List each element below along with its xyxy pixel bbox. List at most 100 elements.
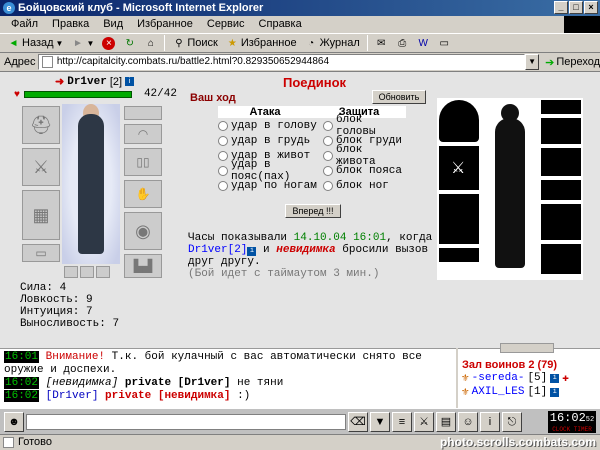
radio-button[interactable] xyxy=(218,120,228,131)
op-boots-slot[interactable] xyxy=(541,244,581,274)
exit-button[interactable]: ⎋ xyxy=(502,411,522,432)
menu-favorites[interactable]: Избранное xyxy=(130,16,200,33)
maximize-button[interactable]: □ xyxy=(569,1,583,14)
room-user-name[interactable]: -sereda- xyxy=(472,372,525,384)
room-tab-button[interactable] xyxy=(500,343,554,353)
menu-tools[interactable]: Сервис xyxy=(200,16,252,33)
go-button[interactable]: ➔ Переход xyxy=(545,56,600,69)
back-button[interactable]: ◄ Назад ▼ xyxy=(4,34,66,52)
ring-slot-3[interactable] xyxy=(96,266,110,278)
filter-icon: ▼ xyxy=(374,415,386,428)
history-icon: ◔ xyxy=(308,37,315,49)
forward-arrow-icon: ► xyxy=(73,37,83,49)
forward-attack-button[interactable]: Вперед !!! xyxy=(285,204,341,218)
fight-button[interactable]: ⚔ xyxy=(414,411,434,432)
log-nick1[interactable]: Dr1ver xyxy=(188,244,228,256)
forward-nav-button[interactable]: ► ▼ xyxy=(68,34,97,52)
radio-button[interactable] xyxy=(323,120,333,131)
gloves-slot[interactable]: ✋ xyxy=(124,180,162,208)
attack-chest-option[interactable]: удар в грудь xyxy=(218,135,323,147)
close-button[interactable]: × xyxy=(584,1,598,14)
op-bracers-slot[interactable] xyxy=(541,148,581,176)
attack-legs-option[interactable]: удар по ногам xyxy=(218,180,323,192)
edit-icon: W xyxy=(418,37,428,49)
inventory-button[interactable]: ▤ xyxy=(436,411,456,432)
info-button[interactable]: i xyxy=(480,411,500,432)
op-helmet-slot[interactable] xyxy=(439,100,479,142)
op-armor-slot[interactable] xyxy=(439,194,479,244)
earring-slot[interactable]: ◠ xyxy=(124,124,162,144)
favorites-button[interactable]: ★ Избранное xyxy=(223,34,300,52)
stop-button[interactable]: × xyxy=(99,34,118,52)
mail-button[interactable]: ✉ xyxy=(372,34,391,52)
address-input[interactable]: http://capitalcity.combats.ru/battle2.ht… xyxy=(37,54,526,70)
search-button[interactable]: ⚲ Поиск xyxy=(169,34,220,52)
radio-button[interactable] xyxy=(218,135,228,146)
shield-slot[interactable]: ◉ xyxy=(124,212,162,250)
radio-button[interactable] xyxy=(218,180,228,191)
armor-slot[interactable]: ▦ xyxy=(22,190,60,240)
bracers-slot[interactable]: ▯▯ xyxy=(124,148,162,176)
log-nick2[interactable]: невидимка xyxy=(276,244,335,256)
refresh-page-button[interactable]: ↻ xyxy=(120,34,139,52)
op-shield-slot[interactable] xyxy=(541,204,581,240)
chat-mode-button[interactable]: ☻ xyxy=(4,411,24,432)
battle-log: Часы показывали 14.10.04 16:01, когда Dr… xyxy=(188,232,434,280)
radio-button[interactable] xyxy=(323,150,333,161)
radio-button[interactable] xyxy=(323,165,333,176)
menu-file[interactable]: Файл xyxy=(4,16,45,33)
menu-help[interactable]: Справка xyxy=(252,16,309,33)
ring-slot-2[interactable] xyxy=(80,266,94,278)
boots-slot[interactable]: ▙▟ xyxy=(124,254,162,278)
helmet-slot[interactable]: ⛑ xyxy=(22,106,60,144)
go-label: Переход xyxy=(556,56,600,68)
radio-button[interactable] xyxy=(218,165,228,176)
room-user[interactable]: ⚜ AXIL_LES [1] i xyxy=(462,385,596,399)
mail-icon: ✉ xyxy=(377,37,386,49)
chevron-down-icon: ▼ xyxy=(55,38,64,48)
room-user[interactable]: ⚜ -sereda- [5] i ✚ xyxy=(462,371,596,385)
window-titlebar: e Бойцовский клуб - Microsoft Internet E… xyxy=(0,0,600,16)
room-user-name[interactable]: AXIL_LES xyxy=(472,386,525,398)
clear-button[interactable]: ⌫ xyxy=(348,411,368,432)
battle-refresh-button[interactable]: Обновить xyxy=(372,90,426,104)
battle-row: удар в голову блок головы xyxy=(218,114,406,138)
home-button[interactable]: ⌂ xyxy=(141,34,160,52)
info-icon[interactable]: i xyxy=(550,373,560,383)
chat-nick[interactable]: [Dr1ver] xyxy=(46,390,99,402)
edit-button[interactable]: W xyxy=(414,34,433,52)
game-content: ➜ Dr1ver [2] i ♥ 42/42 ⛑ ⚔ ▦ ▭ ◠ ▯▯ ✋ ◉ … xyxy=(0,72,600,348)
scroll-button[interactable]: ≡ xyxy=(392,411,412,432)
op-weapon-slot[interactable]: ⚔ xyxy=(439,146,479,190)
back-label: Назад xyxy=(22,37,54,49)
attack-head-option[interactable]: удар в голову xyxy=(218,120,323,132)
op-earring-slot[interactable] xyxy=(541,118,581,144)
stat-agility: Ловкость: 9 xyxy=(20,294,93,306)
belt-slot[interactable]: ▭ xyxy=(22,244,60,262)
weapon-slot[interactable]: ⚔ xyxy=(22,148,60,186)
radio-button[interactable] xyxy=(323,180,333,191)
player-nick[interactable]: Dr1ver xyxy=(67,76,107,88)
discuss-button[interactable]: ▭ xyxy=(435,34,454,52)
block-waist-option[interactable]: блок пояса xyxy=(323,165,406,177)
info-icon[interactable]: i xyxy=(247,247,257,256)
chat-nick[interactable]: [невидимка] xyxy=(46,377,119,389)
chat-input[interactable] xyxy=(26,413,346,430)
menu-view[interactable]: Вид xyxy=(96,16,130,33)
filter-button[interactable]: ▼ xyxy=(370,411,390,432)
ring-slot-1[interactable] xyxy=(64,266,78,278)
menu-edit[interactable]: Правка xyxy=(45,16,96,33)
op-amulet-slot[interactable] xyxy=(541,100,581,114)
info-icon[interactable]: i xyxy=(125,77,135,86)
op-belt-slot[interactable] xyxy=(439,248,479,262)
history-button[interactable]: ◔ Журнал xyxy=(302,34,363,52)
minimize-button[interactable]: _ xyxy=(554,1,568,14)
info-icon[interactable]: i xyxy=(550,387,560,397)
smiley-button[interactable]: ☺ xyxy=(458,411,478,432)
block-legs-option[interactable]: блок ног xyxy=(323,180,406,192)
op-rings-slot[interactable] xyxy=(541,180,581,200)
room-title: Зал воинов 2 (79) xyxy=(462,359,558,371)
address-dropdown[interactable]: ▼ xyxy=(525,54,540,70)
amulet-slot[interactable] xyxy=(124,106,162,120)
print-button[interactable]: ⎙ xyxy=(393,34,412,52)
